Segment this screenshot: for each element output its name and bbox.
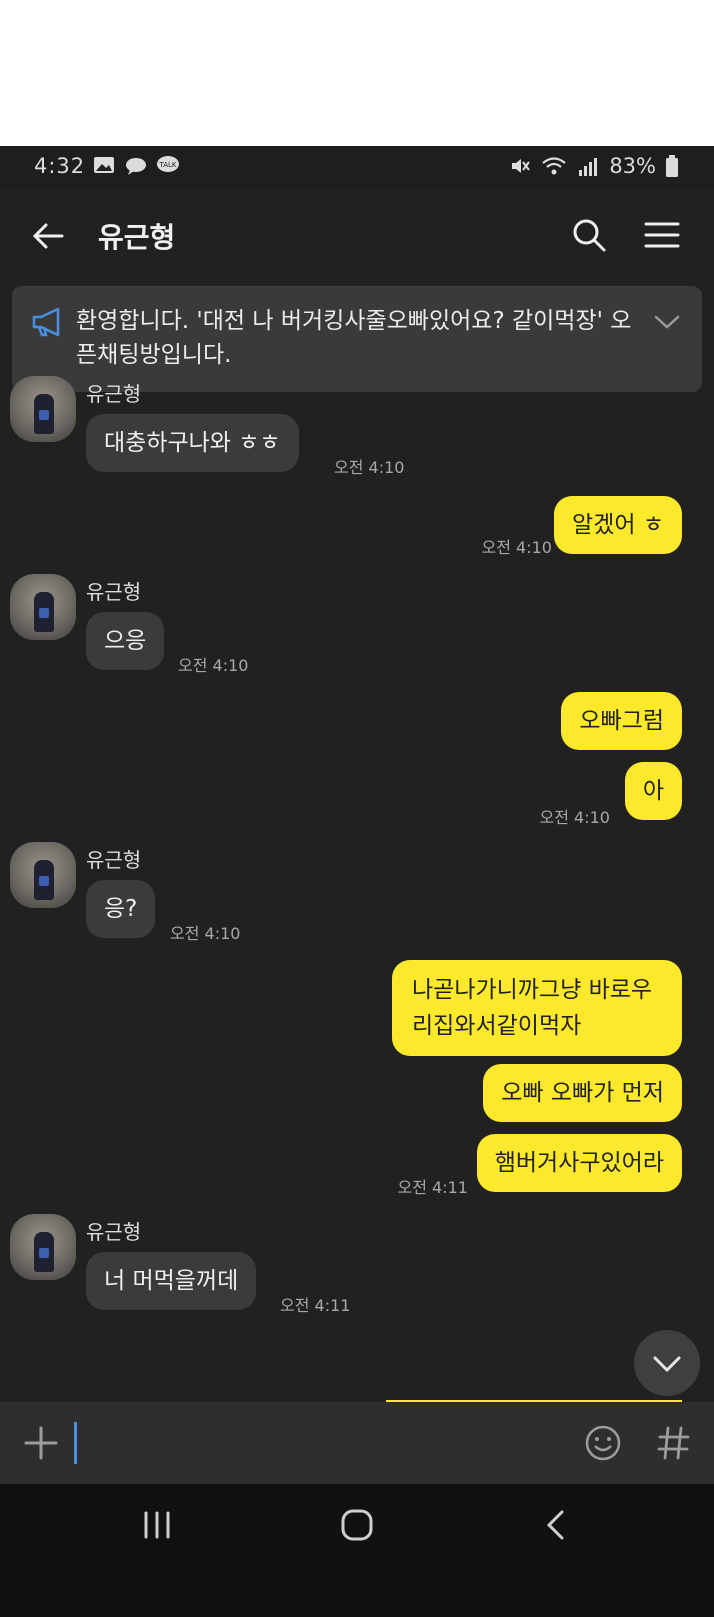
avatar[interactable] <box>10 1214 76 1280</box>
message-input-bar <box>0 1402 714 1484</box>
message-input[interactable] <box>82 1418 566 1470</box>
message-bubble[interactable]: 나곧나가니까그냥 바로우리집와서같이먹자 <box>392 960 682 1056</box>
text-cursor <box>74 1422 77 1464</box>
sender-name: 유근형 <box>86 382 142 406</box>
megaphone-icon <box>32 307 60 337</box>
battery-percent: 83% <box>609 154 656 178</box>
message-time: 오전 4:10 <box>539 808 610 827</box>
chat-title: 유근형 <box>98 221 176 254</box>
battery-icon <box>666 155 678 177</box>
message-time: 오전 4:11 <box>280 1296 351 1315</box>
notice-text: 환영합니다. '대전 나 버거킹사줄오빠있어요? 같이먹장' 오픈채팅방입니다. <box>76 308 632 368</box>
recent-apps-icon[interactable] <box>140 1510 174 1540</box>
message-time: 오전 4:10 <box>178 656 249 675</box>
plus-icon[interactable] <box>22 1424 60 1462</box>
sender-name: 유근형 <box>86 1220 142 1244</box>
wifi-icon <box>542 157 567 175</box>
avatar[interactable] <box>10 376 76 442</box>
svg-text:TALK: TALK <box>158 161 176 169</box>
back-arrow-icon[interactable] <box>28 216 68 256</box>
talk-icon: TALK <box>157 156 179 172</box>
message-bubble[interactable]: 너 머먹을꺼데 <box>86 1252 257 1310</box>
message-bubble[interactable]: 응? <box>86 880 156 938</box>
scroll-down-button[interactable] <box>634 1330 700 1396</box>
message-time: 오전 4:10 <box>481 538 552 557</box>
message-bubble[interactable]: 대충하구나와 ㅎㅎ <box>86 414 299 472</box>
phone-screen: 4:32 TALK 83% 유근형 환영합니다. '대전 나 버거킹사줄오빠있어… <box>0 146 714 1617</box>
avatar[interactable] <box>10 574 76 640</box>
message-bubble[interactable]: 으응 <box>86 612 165 670</box>
system-nav-bar <box>0 1484 714 1617</box>
message-time: 오전 4:10 <box>334 458 405 477</box>
search-icon[interactable] <box>570 216 608 254</box>
sender-name: 유근형 <box>86 848 142 872</box>
message-bubble[interactable]: 햄버거사구있어라 <box>476 1134 682 1192</box>
chat-header: 유근형 <box>0 188 714 288</box>
message-bubble[interactable]: 알겠어 ㅎ <box>554 496 682 554</box>
mute-icon <box>512 159 531 173</box>
nav-back-icon[interactable] <box>544 1508 568 1542</box>
menu-icon[interactable] <box>642 216 682 254</box>
sender-name: 유근형 <box>86 580 142 604</box>
status-system-icons: 83% <box>509 154 678 178</box>
message-time: 오전 4:10 <box>170 924 241 943</box>
gallery-icon <box>94 157 114 173</box>
chat-bubble-icon <box>126 158 146 175</box>
home-icon[interactable] <box>340 1508 374 1542</box>
status-time: 4:32 <box>34 154 86 178</box>
signal-icon <box>579 158 598 176</box>
status-notification-icons: TALK <box>92 154 180 176</box>
message-time: 오전 4:11 <box>397 1178 468 1197</box>
message-bubble[interactable]: 오빠그럼 <box>561 692 682 750</box>
chevron-down-icon[interactable] <box>650 310 684 334</box>
status-bar: 4:32 TALK 83% <box>0 146 714 188</box>
message-bubble[interactable]: 오빠 오빠가 먼저 <box>483 1064 682 1122</box>
message-bubble[interactable]: 아 <box>624 762 682 820</box>
notice-banner[interactable]: 환영합니다. '대전 나 버거킹사줄오빠있어요? 같이먹장' 오픈채팅방입니다. <box>12 286 702 392</box>
emoji-icon[interactable] <box>584 1424 622 1462</box>
avatar[interactable] <box>10 842 76 908</box>
hashtag-icon[interactable] <box>656 1424 692 1462</box>
